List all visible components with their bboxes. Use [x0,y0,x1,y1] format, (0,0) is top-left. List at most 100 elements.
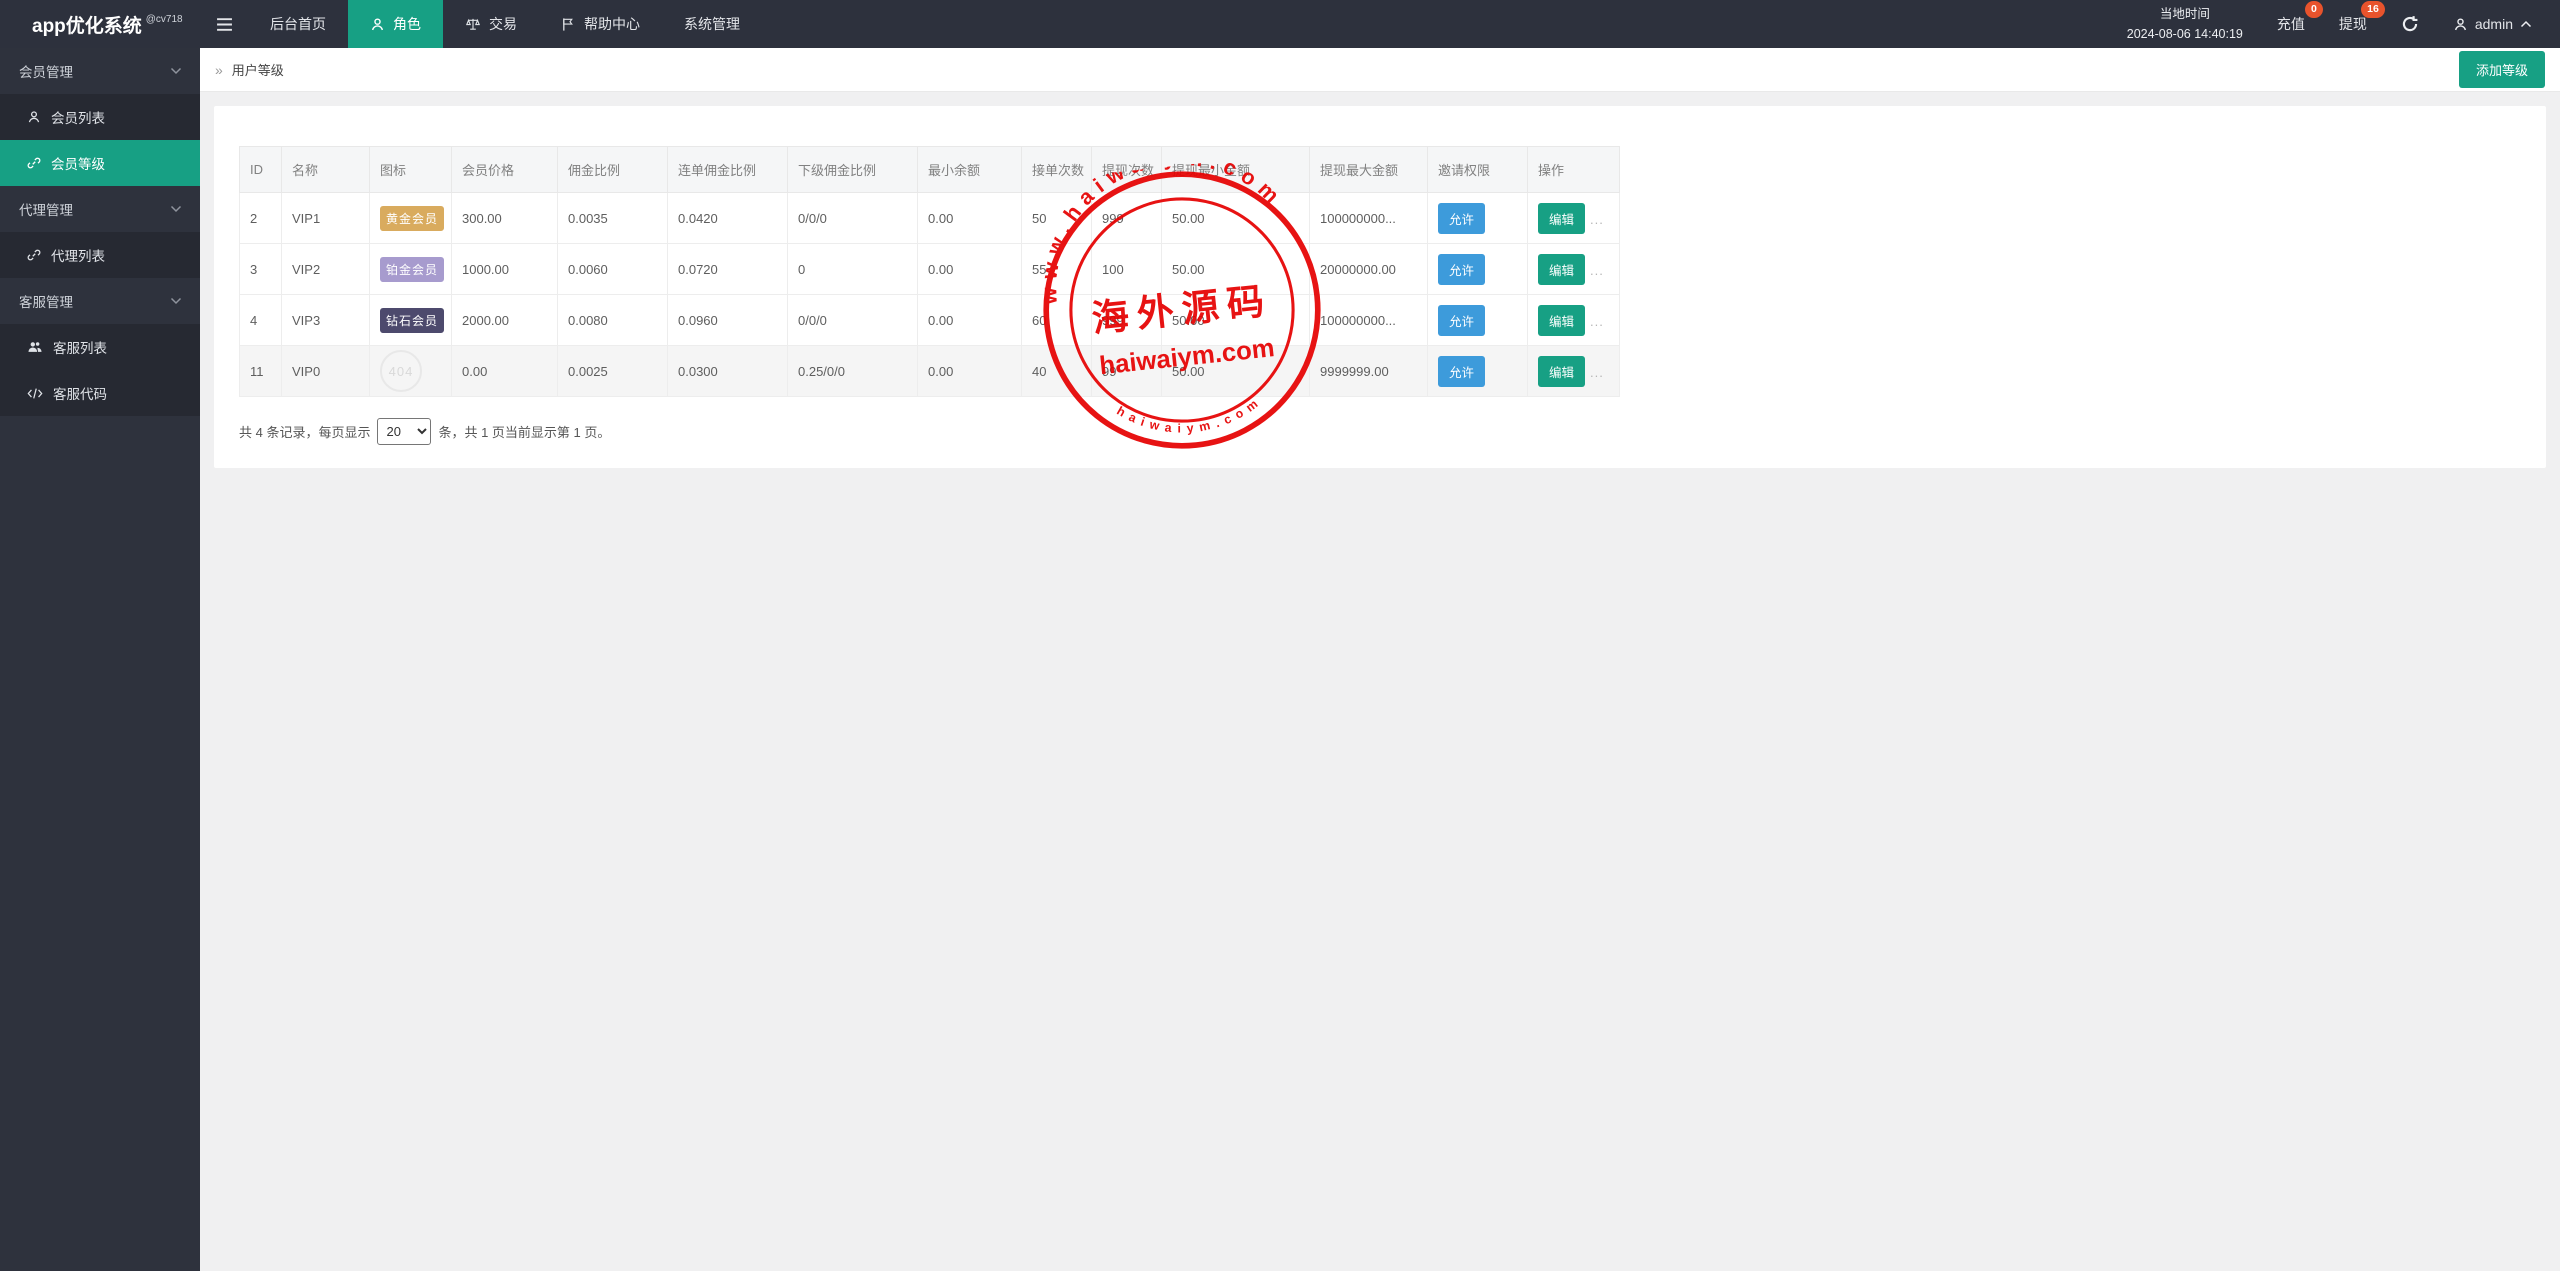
edit-button[interactable]: 编辑 [1538,203,1585,234]
allow-button[interactable]: 允许 [1438,305,1485,336]
cell-withdraw-times: 999 [1092,295,1162,346]
refresh-icon[interactable] [2401,15,2419,33]
cell-max-withdraw: 9999999.00 [1310,346,1428,397]
nav-label: 系统管理 [684,14,740,34]
cell-price: 1000.00 [452,244,558,295]
sidebar-item-member-level[interactable]: 会员等级 [0,140,200,186]
cell-invite: 允许 [1428,295,1528,346]
nav-item-help-center[interactable]: 帮助中心 [539,0,662,48]
header-sub-commission: 下级佣金比例 [788,147,918,193]
cell-commission: 0.0080 [558,295,668,346]
page-size-select[interactable]: 20 [377,418,431,445]
cell-orders: 55 [1022,244,1092,295]
header-withdraw-count: 提现次数 [1092,147,1162,193]
sidebar-item-service-list[interactable]: 客服列表 [0,324,200,370]
cell-min-withdraw: 50.00 [1162,295,1310,346]
sidebar-section-member-management[interactable]: 会员管理 [0,48,200,94]
allow-button[interactable]: 允许 [1438,254,1485,285]
cell-icon: 钻石会员 [370,295,452,346]
chevron-up-icon [2520,20,2532,28]
cell-orders: 50 [1022,193,1092,244]
cell-withdraw-times: 99 [1092,346,1162,397]
table-row: 3 VIP2 铂金会员 1000.00 0.0060 0.0720 0 0.00… [240,244,1620,295]
code-icon [27,387,43,400]
nav-label: 后台首页 [270,14,326,34]
sidebar-section-service-management[interactable]: 客服管理 [0,278,200,324]
table-row: 4 VIP3 钻石会员 2000.00 0.0080 0.0960 0/0/0 … [240,295,1620,346]
sidebar: 会员管理 会员列表 会员等级 代理管理 代 [0,48,200,1271]
cell-commission: 0.0060 [558,244,668,295]
more-actions: ... [1590,212,1604,227]
levels-card: ID 名称 图标 会员价格 佣金比例 连单佣金比例 下级佣金比例 最小余额 接单… [214,106,2546,468]
cell-max-withdraw: 100000000... [1310,295,1428,346]
sidebar-item-label: 客服列表 [53,337,107,357]
breadcrumb-bar: » 用户等级 添加等级 [200,48,2560,92]
cell-withdraw-times: 999 [1092,193,1162,244]
cell-name: VIP0 [282,346,370,397]
section-title: 会员管理 [19,61,73,81]
app-logo: app优化系统 @cv718 [0,0,200,48]
section-title: 代理管理 [19,199,73,219]
add-level-button[interactable]: 添加等级 [2459,51,2545,88]
more-actions: ... [1590,314,1604,329]
header-order-count: 接单次数 [1022,147,1092,193]
withdraw-label: 提现 [2339,16,2367,32]
local-time: 当地时间 2024-08-06 14:40:19 [2127,4,2243,44]
sidebar-item-service-code[interactable]: 客服代码 [0,370,200,416]
cell-min-withdraw: 50.00 [1162,346,1310,397]
nav-item-home[interactable]: 后台首页 [248,0,348,48]
cell-chain-commission: 0.0420 [668,193,788,244]
nav-item-system[interactable]: 系统管理 [662,0,762,48]
topbar: app优化系统 @cv718 后台首页 角色 交易 帮助中心 系统管理 当地时间… [0,0,2560,48]
recharge-link[interactable]: 充值 0 [2277,14,2305,34]
table-row: 11 VIP0 404 0.00 0.0025 0.0300 0.25/0/0 … [240,346,1620,397]
allow-button[interactable]: 允许 [1438,356,1485,387]
cell-actions: 编辑... [1528,346,1620,397]
user-menu[interactable]: admin [2453,16,2532,32]
cell-invite: 允许 [1428,244,1528,295]
cell-commission: 0.0025 [558,346,668,397]
cell-commission: 0.0035 [558,193,668,244]
sidebar-item-label: 代理列表 [51,245,105,265]
header-id: ID [240,147,282,193]
nav-label: 交易 [489,14,517,34]
sidebar-item-label: 客服代码 [53,383,107,403]
level-badge-diamond: 钻石会员 [380,308,444,333]
broken-image-404-icon: 404 [380,350,422,392]
cell-actions: 编辑... [1528,295,1620,346]
cell-min-balance: 0.00 [918,346,1022,397]
cell-name: VIP1 [282,193,370,244]
edit-button[interactable]: 编辑 [1538,305,1585,336]
person-icon [370,17,385,32]
header-min-balance: 最小余额 [918,147,1022,193]
header-price: 会员价格 [452,147,558,193]
recharge-count-badge: 0 [2305,1,2323,18]
cell-icon: 黄金会员 [370,193,452,244]
cell-withdraw-times: 100 [1092,244,1162,295]
cell-min-withdraw: 50.00 [1162,244,1310,295]
nav-item-role[interactable]: 角色 [348,0,443,48]
sidebar-item-member-list[interactable]: 会员列表 [0,94,200,140]
local-time-label: 当地时间 [2127,4,2243,24]
more-actions: ... [1590,263,1604,278]
withdraw-link[interactable]: 提现 16 [2339,14,2367,34]
cell-min-balance: 0.00 [918,244,1022,295]
edit-button[interactable]: 编辑 [1538,254,1585,285]
sidebar-item-label: 会员列表 [51,107,105,127]
nav-label: 帮助中心 [584,14,640,34]
nav-item-trade[interactable]: 交易 [443,0,539,48]
cell-price: 300.00 [452,193,558,244]
sidebar-section-agent-management[interactable]: 代理管理 [0,186,200,232]
header-commission: 佣金比例 [558,147,668,193]
level-badge-gold: 黄金会员 [380,206,444,231]
cell-id: 3 [240,244,282,295]
sidebar-item-agent-list[interactable]: 代理列表 [0,232,200,278]
edit-button[interactable]: 编辑 [1538,356,1585,387]
pagination-prefix: 共 4 条记录，每页显示 [239,422,370,441]
link-icon [27,156,41,170]
header-min-withdraw: 提现最小金额 [1162,147,1310,193]
cell-chain-commission: 0.0960 [668,295,788,346]
flag-icon [561,17,576,32]
hamburger-menu-icon[interactable] [200,0,248,48]
allow-button[interactable]: 允许 [1438,203,1485,234]
